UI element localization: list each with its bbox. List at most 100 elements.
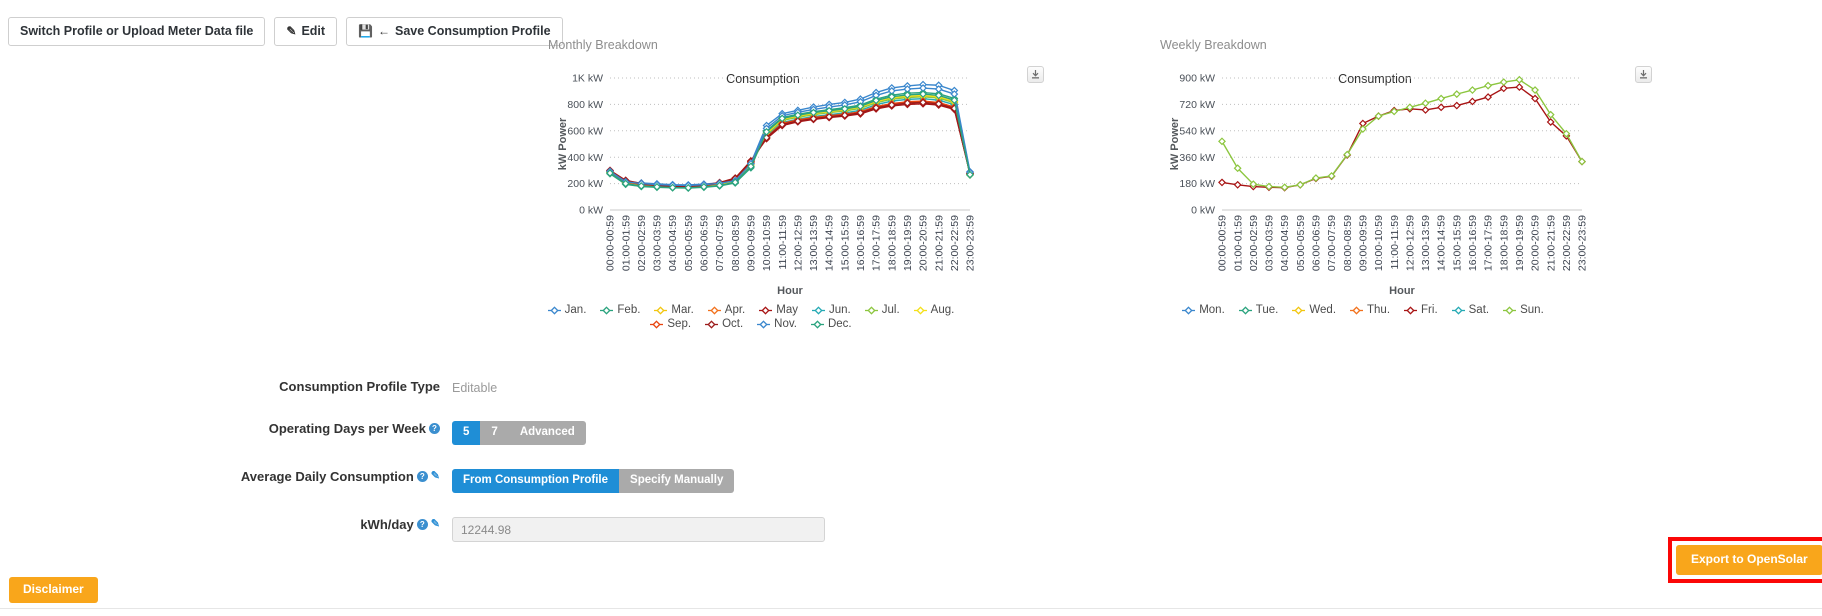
legend-marker-icon [650, 319, 664, 329]
consumption-form: Consumption Profile Type Editable Operat… [0, 375, 900, 562]
export-highlight-box: Export to OpenSolar [1668, 537, 1822, 583]
legend-marker-icon [1350, 305, 1364, 315]
legend-item[interactable]: Mon. [1182, 304, 1225, 316]
x-axis-tick-label: 21:00-21:59 [933, 215, 945, 271]
pencil-square-icon: ✎ [286, 24, 297, 38]
legend-item[interactable]: Thu. [1350, 304, 1390, 316]
y-axis-tick-label: 900 kW [1179, 73, 1215, 85]
pencil-icon[interactable]: ✎ [431, 519, 440, 530]
series-point-marker [1218, 137, 1226, 146]
legend-item[interactable]: Nov. [757, 318, 797, 330]
series-point-marker [1499, 78, 1508, 87]
operating-days-option-5[interactable]: 5 [452, 421, 481, 445]
monthly-chart-legend: Jan. Feb. Mar. Apr. May Jun. Jul. Aug. Sep. Oct. N… [536, 304, 966, 330]
question-circle-icon[interactable]: ? [429, 423, 440, 434]
average-daily-button-group[interactable]: From Consumption Profile Specify Manually [452, 469, 735, 493]
x-axis-tick-label: 08:00-08:59 [1342, 215, 1354, 271]
operating-days-option-7[interactable]: 7 [480, 421, 509, 445]
edit-button[interactable]: ✎ Edit [274, 17, 338, 46]
question-circle-icon[interactable]: ? [416, 471, 428, 482]
average-daily-option-specify-manually[interactable]: Specify Manually [619, 469, 735, 493]
disclaimer-button[interactable]: Disclaimer [9, 577, 98, 603]
x-axis-tick-label: 14:00-14:59 [824, 215, 836, 271]
legend-marker-icon [1238, 305, 1252, 315]
monthly-panel-title: Monthly Breakdown [548, 38, 658, 52]
legend-label: Apr. [724, 304, 746, 316]
x-axis-tick-label: 17:00-17:59 [1483, 215, 1495, 271]
legend-item[interactable]: Mar. [654, 304, 694, 316]
save-consumption-profile-label: Save Consumption Profile [395, 24, 551, 38]
save-consumption-profile-button[interactable]: 💾 ← Save Consumption Profile [346, 17, 563, 46]
legend-label: May [776, 304, 798, 316]
field-operating-days-per-week: Operating Days per Week ? 5 7 Advanced [0, 417, 900, 445]
download-icon[interactable] [1635, 66, 1652, 83]
legend-item[interactable]: Feb. [600, 304, 640, 316]
consumption-profile-type-value: Editable [452, 381, 498, 395]
y-axis-tick-label: 600 kW [567, 125, 603, 137]
x-axis-tick-label: 23:00-23:59 [965, 215, 977, 271]
weekly-chart: Consumption 0 kW 180 kW 360 kW 540 kW 720 kW… [1160, 66, 1652, 316]
legend-item[interactable]: Jan. [547, 304, 586, 316]
legend-item[interactable]: Fri. [1404, 304, 1438, 316]
x-axis-tick-label: 06:00-06:59 [1311, 215, 1323, 271]
series-point-marker [1484, 93, 1493, 102]
switch-profile-button[interactable]: Switch Profile or Upload Meter Data file [8, 17, 266, 46]
operating-days-button-group[interactable]: 5 7 Advanced [452, 421, 586, 445]
legend-label: Aug. [930, 304, 955, 316]
x-axis-tick-label: 02:00-02:59 [636, 215, 648, 271]
y-axis-tick-label: 0 kW [579, 205, 603, 217]
legend-item[interactable]: Tue. [1238, 304, 1278, 316]
y-axis-title: kW Power [557, 117, 569, 170]
x-axis-tick-label: 05:00-05:59 [683, 215, 695, 271]
legend-marker-icon [654, 305, 668, 315]
export-to-opensolar-button[interactable]: Export to OpenSolar [1676, 545, 1822, 575]
weekly-panel-title: Weekly Breakdown [1160, 38, 1267, 52]
average-daily-option-from-consumption-profile[interactable]: From Consumption Profile [452, 469, 620, 493]
x-axis-tick-label: 00:00-00:59 [1217, 215, 1229, 271]
legend-marker-icon [1451, 305, 1465, 315]
x-axis-tick-label: 17:00-17:59 [871, 215, 883, 271]
average-daily-label: Average Daily Consumption [240, 469, 414, 484]
x-axis-tick-label: 15:00-15:59 [839, 215, 851, 271]
series-point-marker [1437, 103, 1446, 112]
legend-item[interactable]: Oct. [705, 318, 743, 330]
legend-label: Mar. [671, 304, 694, 316]
legend-marker-icon [1503, 305, 1517, 315]
pencil-icon[interactable]: ✎ [431, 471, 440, 482]
x-axis-tick-label: 06:00-06:59 [699, 215, 711, 271]
series-line [609, 101, 971, 188]
x-axis-tick-label: 01:00-01:59 [1232, 215, 1244, 271]
legend-item[interactable]: Apr. [707, 304, 746, 316]
series-point-marker [1578, 157, 1586, 166]
legend-item[interactable]: Jul. [864, 304, 900, 316]
kwh-day-input[interactable] [452, 517, 825, 542]
x-axis-tick-label: 13:00-13:59 [808, 215, 820, 271]
y-axis-tick-label: 180 kW [1179, 178, 1215, 190]
legend-item[interactable]: Sat. [1451, 304, 1490, 316]
y-axis-tick-label: 200 kW [567, 178, 603, 190]
legend-item[interactable]: Aug. [913, 304, 955, 316]
legend-item[interactable]: Wed. [1292, 304, 1336, 316]
x-axis-tick-label: 22:00-22:59 [1561, 215, 1573, 271]
legend-item[interactable]: Jun. [812, 304, 851, 316]
legend-item[interactable]: Sep. [650, 318, 691, 330]
legend-label: Thu. [1367, 304, 1391, 316]
legend-item[interactable]: May [759, 304, 798, 316]
top-toolbar: Switch Profile or Upload Meter Data file… [8, 17, 563, 46]
legend-label: Wed. [1309, 304, 1337, 316]
series-line [1221, 86, 1583, 189]
arrow-left-icon: ← [378, 24, 390, 38]
x-axis-tick-label: 10:00-10:59 [761, 215, 773, 271]
legend-label: Dec. [827, 318, 852, 330]
legend-item[interactable]: Dec. [810, 318, 852, 330]
legend-marker-icon [1182, 305, 1196, 315]
series-point-marker [1484, 81, 1493, 90]
series-point-marker [1499, 84, 1508, 93]
download-icon[interactable] [1027, 66, 1044, 83]
operating-days-option-advanced[interactable]: Advanced [508, 421, 586, 445]
legend-label: Sat. [1468, 304, 1490, 316]
average-daily-label-wrap: Average Daily Consumption ? ✎ [0, 465, 452, 484]
legend-item[interactable]: Sun. [1503, 304, 1544, 316]
field-kwh-per-day: kWh/day ? ✎ [0, 513, 900, 542]
question-circle-icon[interactable]: ? [416, 519, 428, 530]
